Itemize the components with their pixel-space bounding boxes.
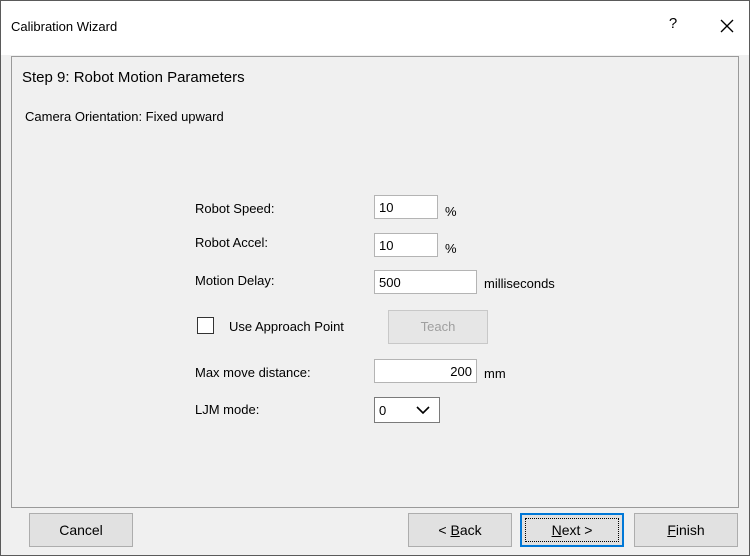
focus-ring [525,518,619,542]
use-approach-point-checkbox[interactable] [197,317,214,334]
robot-accel-input[interactable] [374,233,438,257]
robot-speed-input[interactable] [374,195,438,219]
window-title: Calibration Wizard [11,19,118,34]
camera-orientation-text: Camera Orientation: Fixed upward [25,109,224,124]
max-move-distance-unit: mm [484,366,506,381]
back-mnemonic: B [450,522,460,538]
ljm-mode-value: 0 [379,403,387,418]
close-button[interactable] [713,13,741,39]
back-prefix: < [438,522,451,538]
teach-button[interactable]: Teach [388,310,488,344]
finish-mnemonic: F [667,522,676,538]
max-move-distance-label: Max move distance: [195,365,311,380]
finish-button[interactable]: Finish [634,513,738,547]
help-button[interactable]: ? [661,15,685,37]
ljm-mode-label: LJM mode: [195,402,260,417]
use-approach-point-label: Use Approach Point [229,319,344,334]
robot-accel-unit: % [445,241,457,256]
motion-delay-unit: milliseconds [484,276,555,291]
next-button[interactable]: Next > [520,513,624,547]
back-rest: ack [459,522,482,538]
max-move-distance-input[interactable] [374,359,477,383]
title-bar: Calibration Wizard ? [1,1,749,55]
close-icon [720,19,734,33]
finish-rest: inish [675,522,705,538]
back-button[interactable]: < Back [408,513,512,547]
step-title: Step 9: Robot Motion Parameters [22,69,245,86]
wizard-page: Step 9: Robot Motion Parameters Camera O… [11,56,739,508]
chevron-down-icon [416,406,430,415]
robot-speed-label: Robot Speed: [195,201,275,216]
motion-delay-label: Motion Delay: [195,273,275,288]
robot-speed-unit: % [445,204,457,219]
ljm-mode-select[interactable]: 0 [374,397,440,423]
cancel-button[interactable]: Cancel [29,513,133,547]
calibration-wizard-window: Calibration Wizard ? Step 9: Robot Motio… [0,0,750,556]
robot-accel-label: Robot Accel: [195,235,268,250]
motion-delay-input[interactable] [374,270,477,294]
